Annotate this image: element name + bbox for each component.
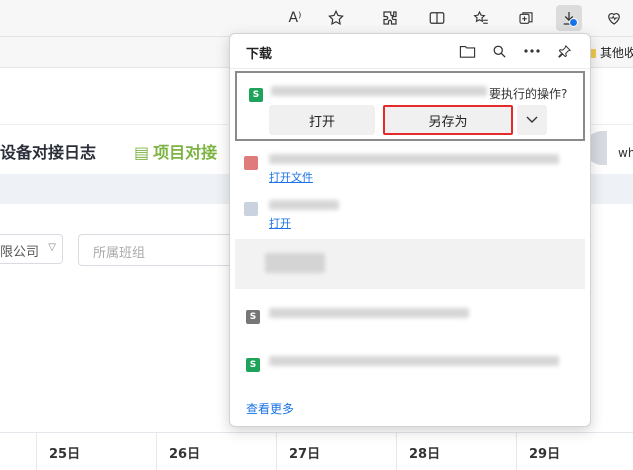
- download-item[interactable]: 打开文件: [235, 148, 585, 188]
- downloads-icon[interactable]: [556, 5, 582, 31]
- open-file-link[interactable]: 打开文件: [269, 169, 313, 185]
- action-prompt: 要执行的操作?: [489, 87, 568, 101]
- split-screen-icon[interactable]: [424, 5, 450, 31]
- collections-icon[interactable]: [513, 5, 539, 31]
- browser-toolbar: A⁾: [0, 0, 633, 37]
- company-select[interactable]: 限公司 ▽: [0, 234, 63, 264]
- read-aloud-icon[interactable]: A⁾: [282, 5, 308, 31]
- redacted-file-name: [269, 154, 559, 164]
- open-button[interactable]: 打开: [269, 105, 375, 135]
- user-name: wh: [618, 146, 633, 160]
- open-folder-icon[interactable]: [456, 40, 478, 62]
- see-more-link[interactable]: 查看更多: [246, 400, 294, 417]
- file-icon: [244, 156, 258, 170]
- file-icon: S: [246, 310, 260, 324]
- more-options-icon[interactable]: [521, 40, 543, 62]
- chevron-down-icon: ▽: [48, 242, 56, 253]
- redacted-file-name: [269, 200, 339, 210]
- team-input[interactable]: 所属班组: [78, 234, 236, 266]
- tab-project-log[interactable]: ▤ 项目对接: [134, 139, 217, 163]
- date-column-header: 27日: [276, 433, 396, 470]
- download-item[interactable]: S: [235, 350, 585, 386]
- date-column-header: 25日: [36, 433, 156, 470]
- redacted-file-name: [271, 86, 487, 96]
- spreadsheet-file-icon: S: [246, 358, 260, 372]
- date-column-header: 28日: [396, 433, 516, 470]
- download-progress-badge: [569, 18, 578, 27]
- favorites-folder-other[interactable]: 其他收: [585, 44, 633, 61]
- download-item[interactable]: 打开: [235, 194, 585, 234]
- downloads-panel: 下载 S 要执行的操作? 打开 另存为 打开文件 打开 S S 查看更多: [229, 33, 591, 427]
- extensions-icon[interactable]: [377, 5, 403, 31]
- save-as-button[interactable]: 另存为: [383, 105, 513, 135]
- date-column-header: 29日: [516, 433, 633, 470]
- redacted-file-name: [269, 308, 469, 318]
- redacted-file-name: [269, 356, 559, 366]
- favorites-icon[interactable]: [468, 5, 494, 31]
- chevron-down-icon: [526, 116, 538, 123]
- more-actions-button[interactable]: [517, 105, 547, 135]
- download-item[interactable]: S: [235, 300, 585, 336]
- document-icon: ▤: [134, 143, 150, 162]
- file-icon: [244, 202, 258, 216]
- tab-device-log[interactable]: 设备对接日志: [0, 139, 96, 163]
- open-link[interactable]: 打开: [269, 215, 291, 231]
- spreadsheet-file-icon: S: [249, 88, 263, 102]
- downloads-title: 下载: [246, 47, 273, 62]
- pin-icon[interactable]: [553, 40, 575, 62]
- date-header-row: 25日 26日 27日 28日 29日: [0, 432, 633, 470]
- divider: [230, 68, 590, 69]
- search-icon[interactable]: [488, 40, 510, 62]
- redacted-file-name: [265, 253, 325, 273]
- download-item-hovered[interactable]: [235, 239, 585, 289]
- browser-essentials-icon[interactable]: [601, 5, 627, 31]
- date-column-header: 26日: [156, 433, 276, 470]
- active-download-item[interactable]: S 要执行的操作? 打开 另存为: [235, 71, 585, 141]
- favorite-star-icon[interactable]: [323, 5, 349, 31]
